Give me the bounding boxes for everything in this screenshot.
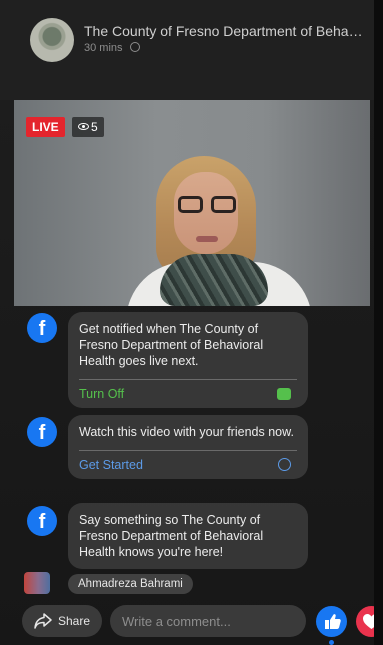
globe-icon bbox=[129, 42, 140, 52]
get-started-button[interactable]: Get Started bbox=[79, 451, 297, 479]
share-label: Share bbox=[58, 614, 91, 628]
eye-icon bbox=[78, 123, 89, 130]
viewer-count-badge: 5 bbox=[72, 117, 104, 137]
video-header: The County of Fresno Department of Behav… bbox=[0, 0, 374, 100]
page-title[interactable]: The County of Fresno Department of Behav… bbox=[84, 23, 364, 39]
notification-toggle-icon bbox=[277, 388, 291, 400]
commenter-avatar[interactable] bbox=[24, 572, 50, 594]
facebook-icon: f bbox=[27, 313, 57, 343]
active-indicator bbox=[329, 640, 334, 645]
screen-edge bbox=[374, 0, 383, 645]
commenter-name[interactable]: Ahmadreza Bahrami bbox=[68, 574, 193, 594]
facebook-icon: f bbox=[27, 417, 57, 447]
share-button[interactable]: Share bbox=[22, 605, 102, 637]
share-icon bbox=[34, 613, 52, 629]
get-started-label: Get Started bbox=[79, 458, 143, 472]
page-avatar[interactable] bbox=[30, 18, 74, 62]
like-reaction-button[interactable] bbox=[316, 606, 347, 637]
notify-card: Get notified when The County of Fresno D… bbox=[68, 312, 308, 408]
turn-off-button[interactable]: Turn Off bbox=[79, 380, 297, 408]
arrow-right-icon bbox=[278, 458, 291, 471]
viewer-count: 5 bbox=[91, 120, 98, 134]
post-time: 30 mins bbox=[84, 42, 123, 54]
comment-input[interactable] bbox=[110, 605, 306, 637]
watch-party-card-text: Watch this video with your friends now. bbox=[79, 425, 294, 439]
facebook-icon: f bbox=[27, 506, 57, 536]
say-something-card: Say something so The County of Fresno De… bbox=[68, 503, 308, 569]
post-meta: 30 mins bbox=[84, 42, 140, 54]
live-video-player[interactable]: LIVE 5 bbox=[14, 100, 370, 306]
thumbs-up-icon bbox=[325, 614, 341, 629]
turn-off-label: Turn Off bbox=[79, 387, 125, 401]
notify-card-text: Get notified when The County of Fresno D… bbox=[79, 322, 264, 368]
watch-party-card: Watch this video with your friends now. … bbox=[68, 415, 308, 479]
live-badge: LIVE bbox=[26, 117, 65, 137]
say-something-card-text: Say something so The County of Fresno De… bbox=[79, 513, 264, 559]
presenter-image bbox=[126, 150, 316, 306]
